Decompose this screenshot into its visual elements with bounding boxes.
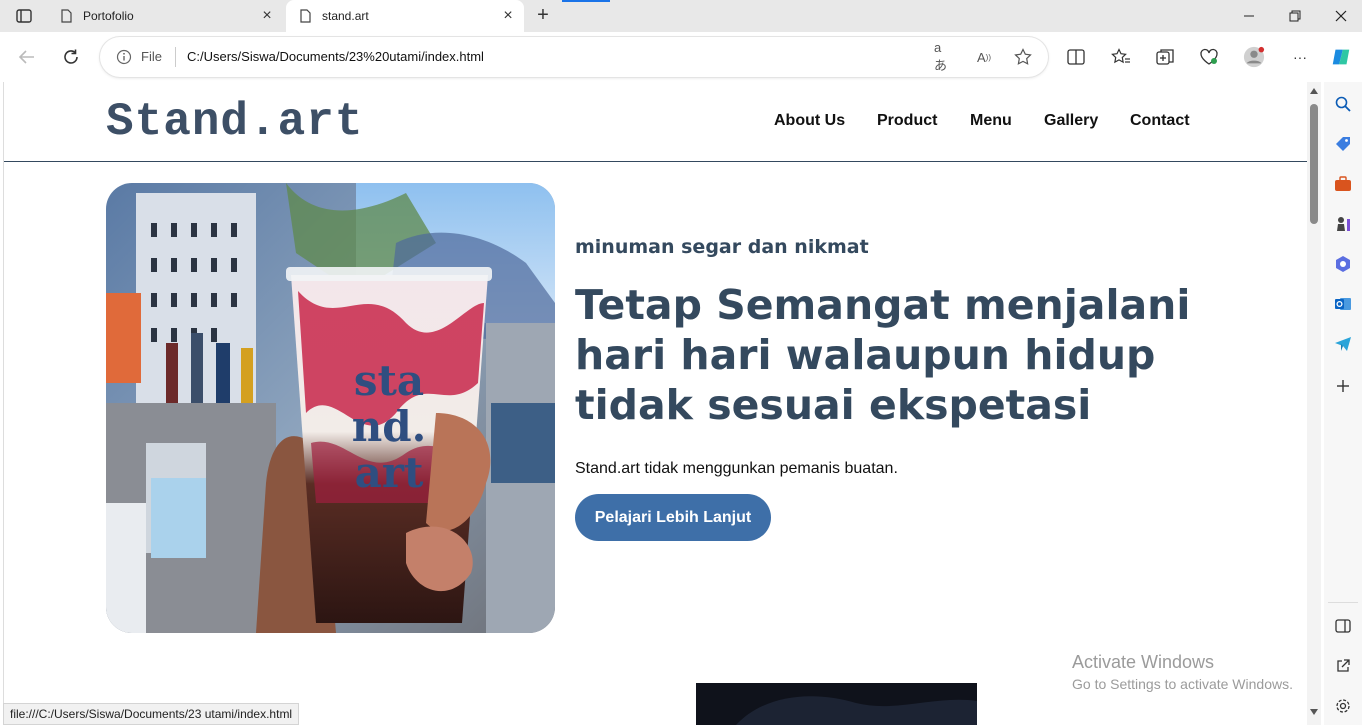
url-text[interactable]: C:/Users/Siswa/Documents/23%20utami/inde… [187,49,484,64]
close-tab-icon[interactable]: × [259,8,275,24]
learn-more-button[interactable]: Pelajari Lebih Lanjut [575,494,771,541]
link-status-bar: file:///C:/Users/Siswa/Documents/23 utam… [3,703,300,725]
site-logo[interactable]: Stand.art [106,96,363,148]
browser-essentials-icon[interactable] [1198,46,1220,68]
add-sidebar-app-icon[interactable] [1333,376,1353,396]
address-bar[interactable]: File C:/Users/Siswa/Documents/23%20utami… [100,37,1048,77]
cup-print-line-1: sta [354,356,424,405]
nav-link-contact[interactable]: Contact [1130,112,1190,130]
cup-print-line-2: nd. [352,402,427,451]
activate-title: Activate Windows [1072,652,1215,672]
open-external-icon[interactable] [1333,656,1353,676]
tab-actions-icon[interactable] [8,4,40,28]
page-icon [61,9,72,23]
scroll-thumb[interactable] [1310,104,1318,224]
collections-icon[interactable] [1154,46,1176,68]
minimize-icon[interactable] [1226,0,1272,32]
hero-description: Stand.art tidak menggunkan pemanis buata… [575,460,898,477]
tab-bar: Portofolio × stand.art × + [0,0,1362,32]
tab-stand-art[interactable]: stand.art × [286,0,524,32]
profile-avatar-icon[interactable] [1243,46,1265,68]
tab-title: stand.art [322,9,369,23]
tab-portofolio[interactable]: Portofolio × [47,0,283,32]
restore-icon[interactable] [1272,0,1318,32]
refresh-icon[interactable] [57,44,85,70]
gallery-photo-preview [696,683,977,725]
nav-link-product[interactable]: Product [877,112,937,130]
outlook-icon[interactable] [1333,294,1353,314]
hero-headline: Tetap Semangat menjalani hari hari walau… [575,281,1191,429]
tab-indicator [562,0,610,2]
site-header: Stand.art About Us Product Menu Gallery … [4,82,1307,162]
favorite-star-icon[interactable] [1014,48,1032,66]
nav-link-menu[interactable]: Menu [970,112,1012,130]
info-icon[interactable] [116,49,132,65]
tools-briefcase-icon[interactable] [1333,174,1353,194]
favorites-icon[interactable] [1110,46,1132,68]
games-chess-icon[interactable] [1333,214,1353,234]
shopping-tag-icon[interactable] [1333,134,1353,154]
edge-sidebar [1324,82,1362,725]
read-aloud-icon[interactable]: A)) [975,48,993,66]
close-tab-icon[interactable]: × [500,8,516,24]
nav-link-about-us[interactable]: About Us [774,112,845,130]
copilot-icon[interactable] [1330,46,1352,68]
hide-sidebar-icon[interactable] [1333,616,1353,636]
tab-title: Portofolio [83,9,134,23]
nav-link-gallery[interactable]: Gallery [1044,112,1098,130]
search-icon[interactable] [1333,94,1353,114]
new-tab-icon[interactable]: + [532,5,554,27]
microsoft-365-icon[interactable] [1333,254,1353,274]
split-screen-icon[interactable] [1065,46,1087,68]
translate-icon[interactable]: aあ [934,40,952,73]
settings-gear-icon[interactable] [1333,696,1353,716]
divider [1328,602,1358,603]
activate-subtitle: Go to Settings to activate Windows. [1072,676,1293,692]
scroll-up-arrow-icon[interactable] [1310,88,1318,94]
more-options-icon[interactable]: ··· [1289,46,1311,68]
close-window-icon[interactable] [1318,0,1362,32]
back-icon[interactable] [13,44,41,70]
page-viewport: Stand.art About Us Product Menu Gallery … [3,82,1307,725]
hero-tagline: minuman segar dan nikmat [575,236,869,258]
cup-print-line-3: art [355,448,424,497]
scheme-label: File [141,49,162,64]
divider [175,47,176,67]
scroll-down-arrow-icon[interactable] [1310,709,1318,715]
page-scrollbar[interactable] [1307,82,1321,725]
windows-activation-watermark: Activate Windows Go to Settings to activ… [1072,652,1293,692]
browser-toolbar: File C:/Users/Siswa/Documents/23%20utami… [0,32,1362,82]
hero-drink-photo: sta nd. art [106,183,555,633]
send-telegram-icon[interactable] [1333,334,1353,354]
page-icon [300,9,311,23]
